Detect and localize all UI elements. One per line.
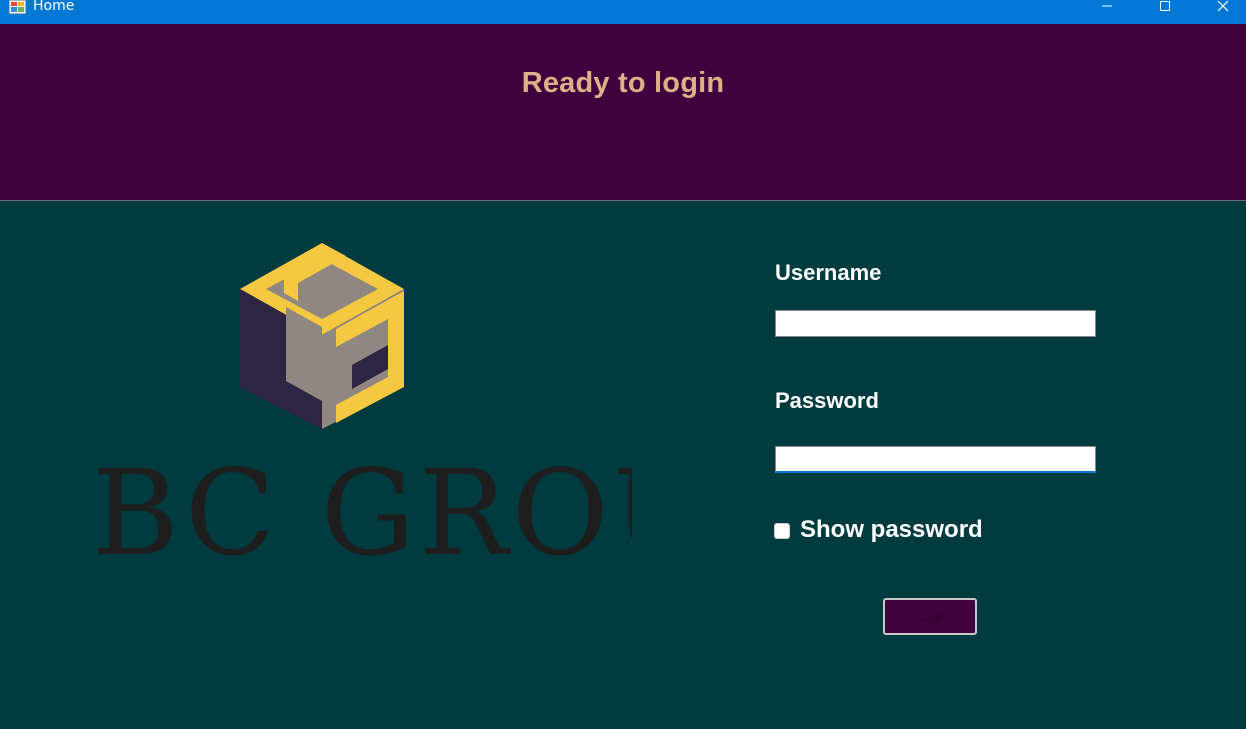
login-panel: BC GROUI Username Password Show password… <box>0 201 1246 729</box>
app-icon <box>9 0 26 14</box>
username-label: Username <box>775 260 882 285</box>
password-input[interactable] <box>775 446 1096 473</box>
logo-text: BC GROUI <box>92 453 632 573</box>
show-password-checkbox[interactable] <box>774 523 790 539</box>
title-bar: Home <box>0 0 1246 24</box>
logo-cube-icon <box>240 243 404 429</box>
close-button[interactable] <box>1200 0 1246 20</box>
username-input[interactable] <box>775 310 1096 337</box>
login-button[interactable]: Login <box>883 598 977 635</box>
status-header: Ready to login <box>0 24 1246 201</box>
status-text: Ready to login <box>521 67 725 99</box>
maximize-icon <box>1160 1 1170 11</box>
window-title: Home <box>33 0 75 14</box>
show-password-label[interactable]: Show password <box>800 516 983 544</box>
minimize-icon <box>1102 5 1112 7</box>
password-label: Password <box>775 388 879 413</box>
minimize-button[interactable] <box>1084 0 1130 20</box>
maximize-button[interactable] <box>1142 0 1188 20</box>
close-icon <box>1217 0 1229 12</box>
